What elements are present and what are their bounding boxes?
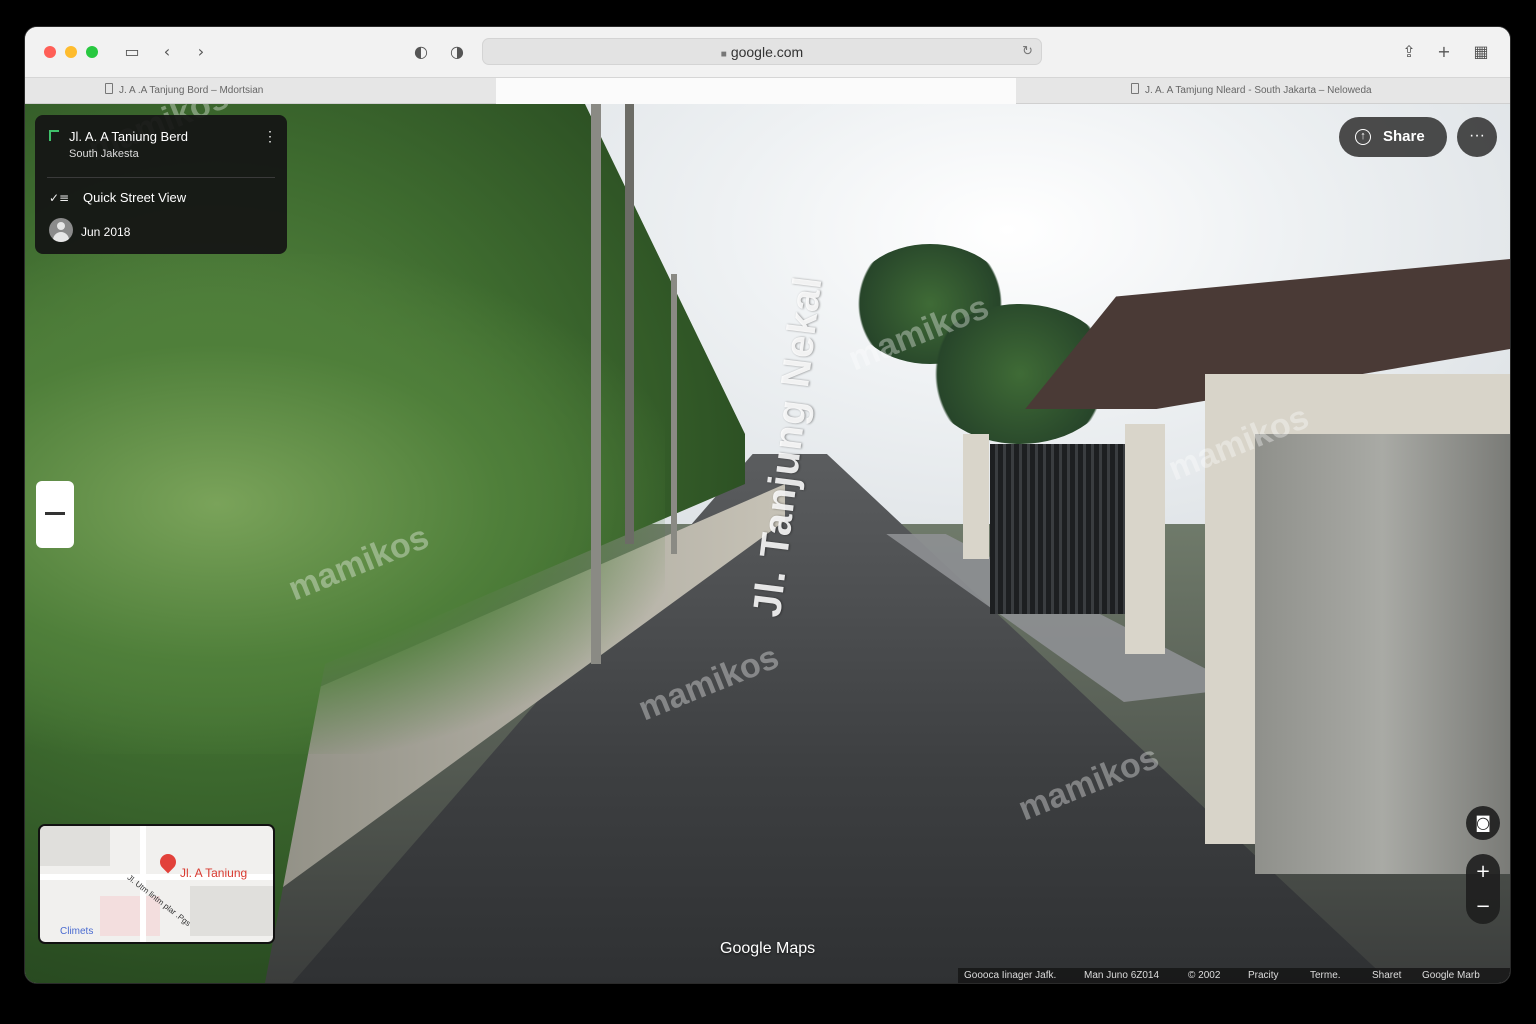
google-maps-logo: Google Maps xyxy=(720,940,816,957)
quick-street-view-link[interactable]: Quick Street View xyxy=(83,190,186,205)
tab-3[interactable]: J. A. A Tamjung Nleard - South Jakarta –… xyxy=(1016,78,1510,104)
foliage xyxy=(25,254,665,754)
concrete-wall xyxy=(1255,434,1510,874)
avatar xyxy=(49,218,73,242)
divider xyxy=(47,177,275,178)
page-icon xyxy=(105,83,113,94)
address-bar[interactable]: ■ google.com ↻ xyxy=(482,38,1042,65)
map-block xyxy=(190,886,273,936)
reload-icon[interactable]: ↻ xyxy=(1022,39,1033,65)
url-text: google.com xyxy=(730,44,804,60)
share-label: Share xyxy=(1383,128,1425,145)
share-link[interactable]: Sharet xyxy=(1372,968,1401,983)
tab-1[interactable]: J. A .A Tanjung Bord – Mdortsian xyxy=(25,78,496,104)
utility-pole xyxy=(591,104,601,664)
sidebar-toggle-icon[interactable]: ▭ xyxy=(121,41,143,63)
gate-pillar xyxy=(963,434,989,559)
location-title[interactable]: Jl. A. A Taniung Berd xyxy=(69,129,188,144)
share-button[interactable]: ↑ Share xyxy=(1339,117,1447,157)
attribution-date: Man Juno 6Z014 xyxy=(1084,970,1160,981)
metal-gate xyxy=(990,444,1135,614)
privacy-shield-icon[interactable]: ◐ xyxy=(410,41,432,63)
street-view-pegman-icon[interactable]: ◙ xyxy=(1466,806,1500,840)
zoom-out-icon[interactable]: − xyxy=(1466,889,1500,924)
location-subtitle: South Jakesta xyxy=(69,148,139,160)
privacy-link[interactable]: Pracity xyxy=(1248,968,1279,983)
attribution-imagery: Goooca Iinager Jafk. xyxy=(964,970,1057,981)
minimize-window-button[interactable] xyxy=(65,46,77,58)
terms-link[interactable]: Terme. xyxy=(1310,968,1341,983)
utility-pole xyxy=(625,104,634,544)
location-flag-icon xyxy=(49,130,59,141)
map-brand: Climets xyxy=(60,926,94,937)
capture-date[interactable]: Jun 2018 xyxy=(81,225,130,239)
zoom-in-icon[interactable]: + xyxy=(1466,854,1500,889)
more-options-button[interactable]: ··· xyxy=(1457,117,1497,157)
map-pin-icon xyxy=(156,850,180,874)
map-block xyxy=(100,896,160,936)
map-place-label: Jl. A Taniung xyxy=(180,866,248,880)
back-icon[interactable]: ‹ xyxy=(156,41,178,63)
share-page-icon[interactable]: ⇪ xyxy=(1398,41,1420,63)
tab-bar: J. A .A Tanjung Bord – Mdortsian J. A. A… xyxy=(25,77,1510,104)
card-menu-icon[interactable]: ⋮ xyxy=(263,128,277,145)
lock-icon: ■ xyxy=(720,49,727,60)
attribution-copyright: © 2002 xyxy=(1188,970,1221,981)
tab-label: J. A .A Tanjung Bord – Mdortsian xyxy=(119,85,264,96)
browser-window: ▭ ‹ › ◐ ◑ ■ google.com ↻ ⇪ + ▦ J. A .A Ta… xyxy=(25,27,1510,983)
close-window-button[interactable] xyxy=(44,46,56,58)
zoom-out-button[interactable] xyxy=(36,481,74,548)
reader-mode-icon[interactable]: ◑ xyxy=(446,41,468,63)
google-maps-link[interactable]: Google Marb xyxy=(1422,968,1480,983)
zoom-control: + − xyxy=(1466,854,1500,924)
gate-pillar xyxy=(1125,424,1165,654)
tab-label: J. A. A Tamjung Nleard - South Jakarta –… xyxy=(1145,85,1372,96)
tab-overview-icon[interactable]: ▦ xyxy=(1470,41,1492,63)
utility-pole xyxy=(671,274,677,554)
new-tab-icon[interactable]: + xyxy=(1433,41,1455,63)
page-icon xyxy=(1131,83,1139,94)
street-view-icon: ✓≡ xyxy=(49,191,70,205)
mini-map[interactable]: Jl. A Taniung Jl. Utm lintm plar .Pgs Cl… xyxy=(38,824,275,944)
share-icon: ↑ xyxy=(1355,129,1371,145)
street-view-panorama[interactable]: Jl. Tanjung Nekal mamikos mamikos mamiko… xyxy=(25,104,1510,983)
tab-2[interactable] xyxy=(496,78,1016,104)
map-block xyxy=(40,826,110,866)
minus-icon xyxy=(45,512,65,515)
browser-toolbar: ▭ ‹ › ◐ ◑ ■ google.com ↻ ⇪ + ▦ xyxy=(25,27,1510,77)
location-info-card: Jl. A. A Taniung Berd South Jakesta ⋮ ✓≡… xyxy=(35,115,287,254)
attribution-bar: Goooca Iinager Jafk. Man Juno 6Z014 © 20… xyxy=(958,968,1510,983)
forward-icon[interactable]: › xyxy=(190,41,212,63)
maximize-window-button[interactable] xyxy=(86,46,98,58)
